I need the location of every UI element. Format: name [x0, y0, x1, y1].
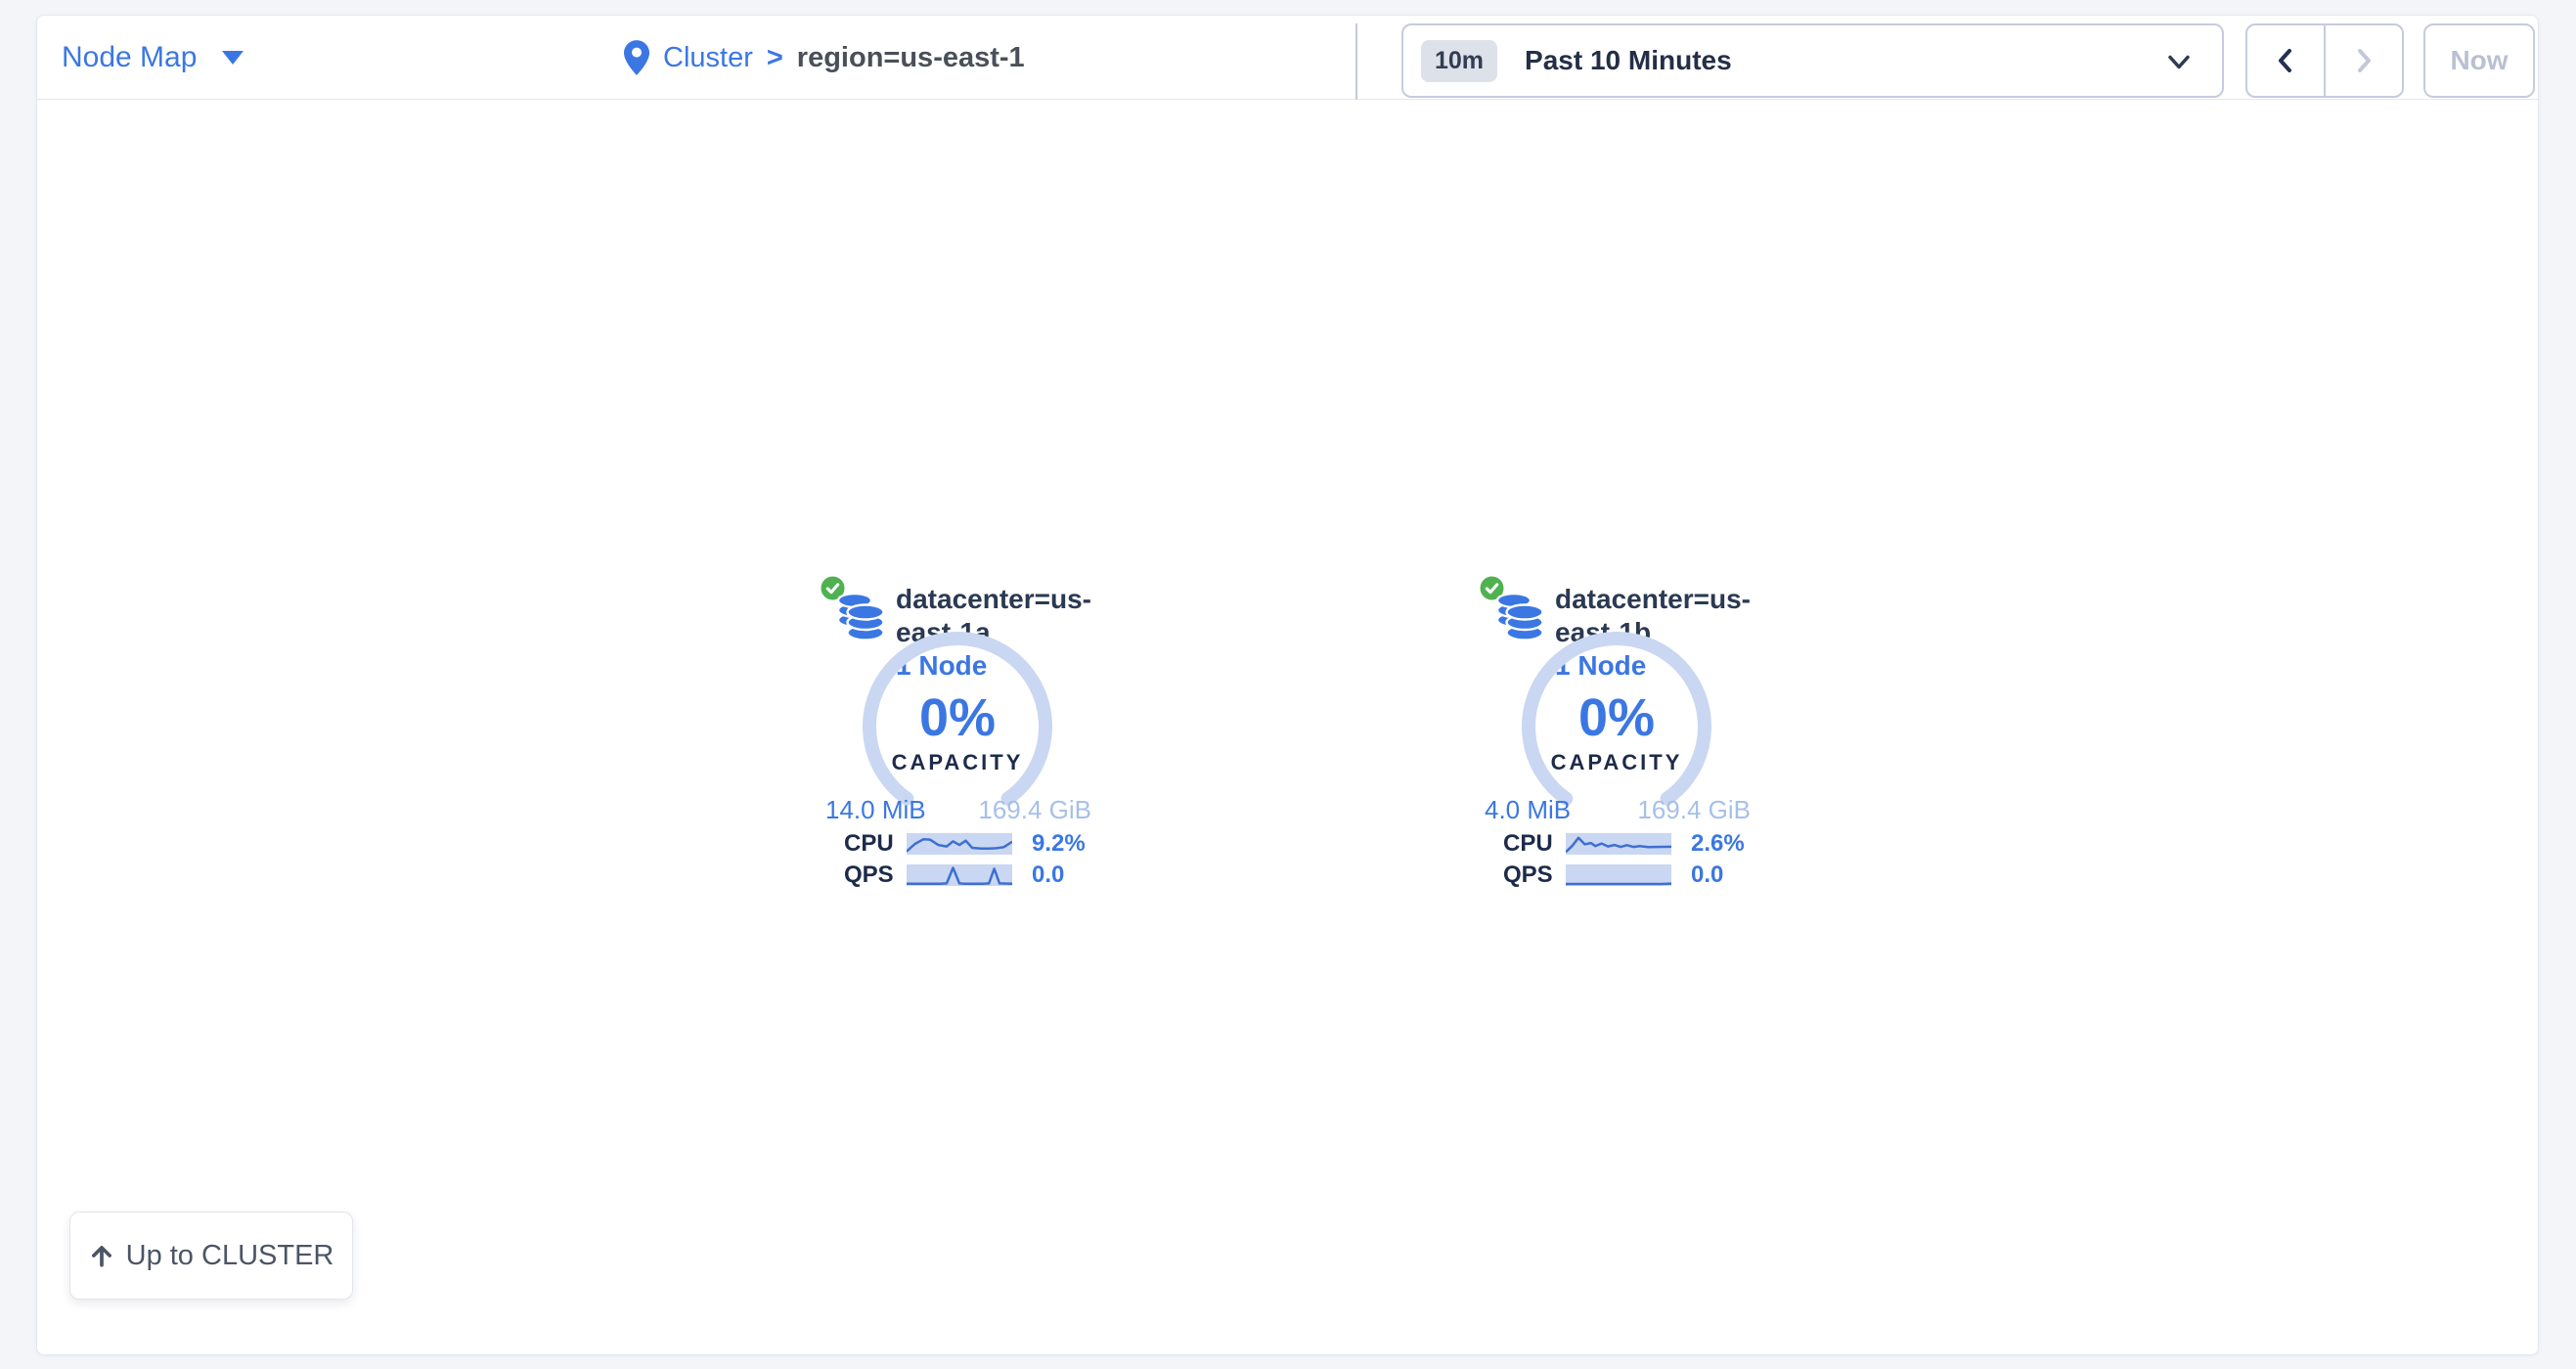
cpu-value: 9.2% [1032, 830, 1086, 858]
cpu-row: CPU 2.6% [1460, 832, 1783, 856]
datacenter-card-us-east-1b[interactable]: datacenter=us-east-1b 1 Node 0% CAPACITY… [1460, 573, 1783, 905]
time-next-button[interactable] [2326, 25, 2402, 96]
capacity-readout: 0% CAPACITY [1522, 632, 1711, 821]
cpu-sparkline [1566, 833, 1671, 855]
up-to-cluster-label: Up to CLUSTER [126, 1240, 334, 1272]
qps-sparkline [1566, 864, 1671, 886]
breadcrumb-current: region=us-east-1 [797, 42, 1025, 74]
time-range-label: Past 10 Minutes [1525, 45, 1732, 76]
qps-label: QPS [1503, 861, 1566, 889]
qps-row: QPS 0.0 [1460, 863, 1783, 887]
header-bar: Node Map Cluster > region=us-east-1 10m … [37, 16, 2538, 100]
time-range-badge: 10m [1421, 40, 1497, 82]
capacity-percent: 0% [919, 691, 996, 744]
qps-value: 0.0 [1691, 861, 1723, 889]
qps-value: 0.0 [1032, 861, 1064, 889]
capacity-values: 14.0 MiB 169.4 GiB [825, 795, 1091, 824]
now-button[interactable]: Now [2423, 23, 2535, 98]
time-prev-button[interactable] [2247, 25, 2326, 96]
datacenter-card-us-east-1a[interactable]: datacenter=us-east-1a 1 Node 0% CAPACITY… [801, 573, 1124, 905]
up-to-cluster-button[interactable]: Up to CLUSTER [69, 1212, 353, 1300]
map-pin-icon [624, 40, 649, 75]
chevron-down-icon [2167, 55, 2191, 70]
chevron-left-icon [2275, 47, 2296, 74]
capacity-label: CAPACITY [1551, 750, 1683, 775]
capacity-percent: 0% [1578, 691, 1655, 744]
time-nav-group [2245, 23, 2404, 98]
qps-sparkline [907, 864, 1012, 886]
capacity-label: CAPACITY [892, 750, 1024, 775]
breadcrumb-separator: > [767, 42, 783, 74]
chevron-right-icon [2353, 47, 2375, 74]
capacity-readout: 0% CAPACITY [863, 632, 1052, 821]
qps-row: QPS 0.0 [801, 863, 1124, 887]
node-map-panel: Node Map Cluster > region=us-east-1 10m … [36, 15, 2539, 1355]
breadcrumb-cluster-link[interactable]: Cluster [663, 42, 753, 74]
cpu-sparkline [907, 833, 1012, 855]
capacity-used: 4.0 MiB [1485, 795, 1571, 825]
cpu-row: CPU 9.2% [801, 832, 1124, 856]
cpu-value: 2.6% [1691, 830, 1745, 858]
header-divider [1355, 23, 1357, 100]
view-selector-label: Node Map [62, 41, 197, 74]
breadcrumb: Cluster > region=us-east-1 [624, 16, 1025, 100]
capacity-total: 169.4 GiB [978, 795, 1091, 825]
capacity-values: 4.0 MiB 169.4 GiB [1485, 795, 1751, 824]
caret-down-icon [222, 51, 244, 65]
view-selector-dropdown[interactable]: Node Map [62, 16, 244, 100]
qps-label: QPS [844, 861, 907, 889]
arrow-up-icon [89, 1243, 114, 1268]
capacity-used: 14.0 MiB [825, 795, 926, 825]
cpu-label: CPU [844, 830, 907, 858]
time-range-dropdown[interactable]: 10m Past 10 Minutes [1401, 23, 2224, 98]
capacity-total: 169.4 GiB [1637, 795, 1751, 825]
cpu-label: CPU [1503, 830, 1566, 858]
